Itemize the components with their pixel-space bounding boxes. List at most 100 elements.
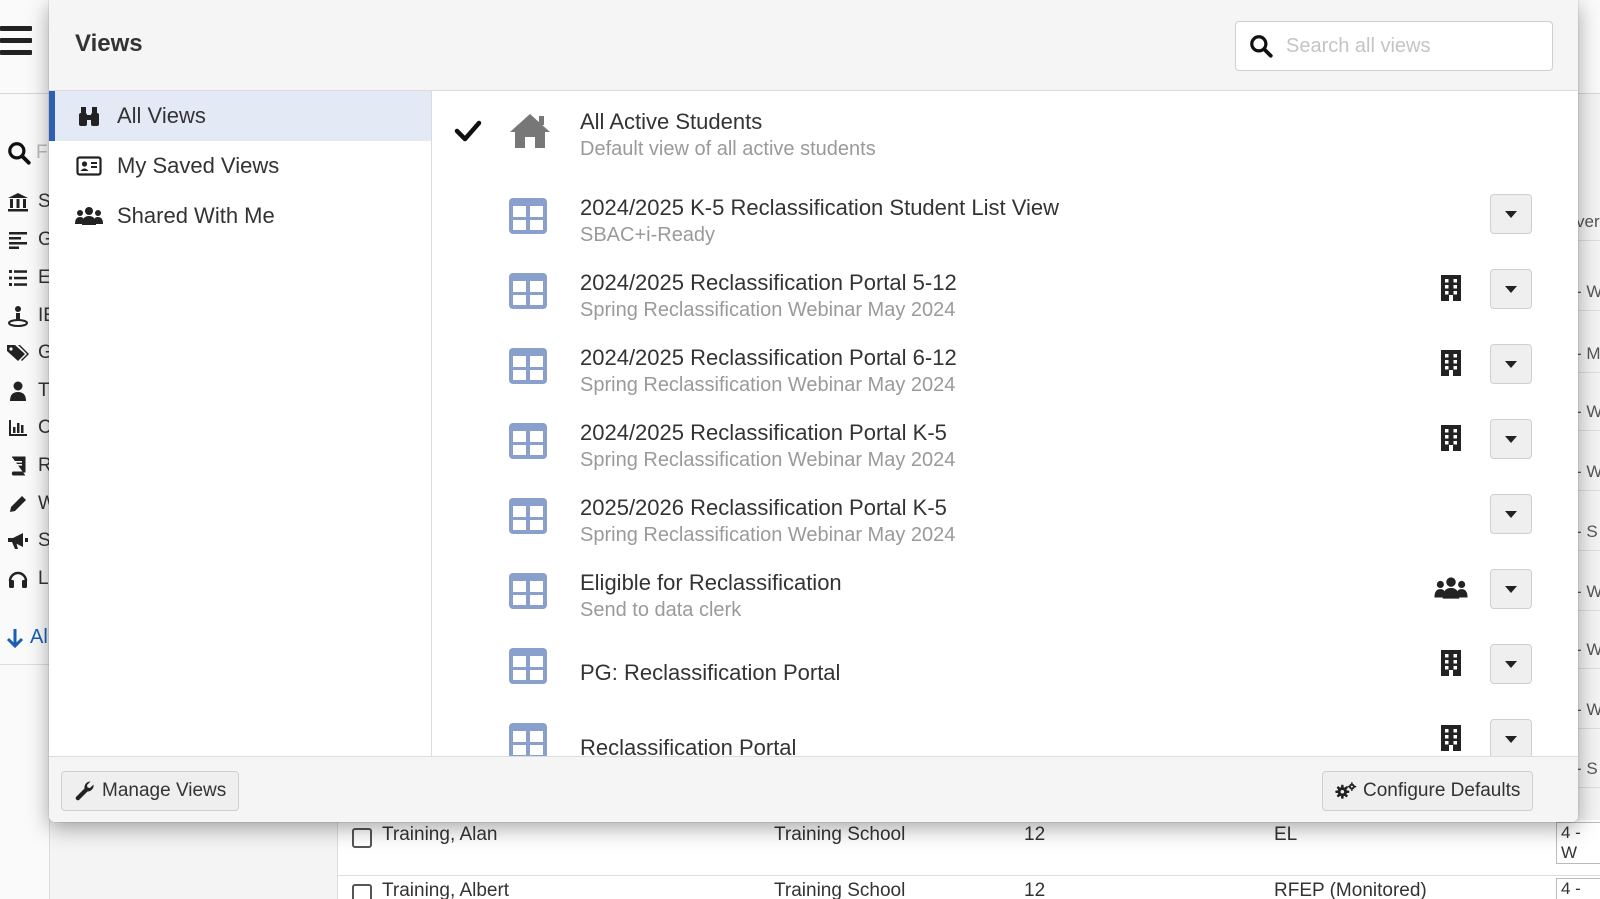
search-icon [8, 142, 31, 165]
view-options-dropdown[interactable] [1490, 419, 1532, 459]
sidebar-search-placeholder: F [36, 142, 48, 163]
caret-down-icon [1505, 735, 1517, 743]
view-options-dropdown[interactable] [1490, 194, 1532, 234]
pencil-icon [6, 493, 30, 515]
table-icon [508, 347, 552, 389]
view-options-dropdown[interactable] [1490, 719, 1532, 756]
nav-label: Shared With Me [117, 203, 275, 228]
gears-icon [1335, 780, 1357, 802]
caret-down-icon [1505, 585, 1517, 593]
binoculars-icon [75, 103, 103, 129]
table-cell-fragment: - W [1576, 462, 1600, 481]
building-icon [1434, 422, 1468, 454]
bar-chart-icon [6, 417, 30, 439]
table-row[interactable]: Training, Alan Training School 12 EL 4 -… [338, 820, 1600, 876]
student-tag: 4 - W [1556, 878, 1600, 899]
nav-all-views[interactable]: All Views [49, 91, 431, 141]
sidebar-nav-label: T [38, 380, 50, 401]
view-row[interactable]: 2025/2026 Reclassification Portal K-5 Spr… [432, 477, 1578, 553]
student-grade: 12 [1024, 824, 1046, 845]
search-views-input[interactable] [1286, 34, 1546, 58]
manage-views-label: Manage Views [102, 780, 227, 801]
student-school: Training School [774, 880, 906, 899]
student-tag: 4 - W [1556, 822, 1600, 864]
view-subtitle: Spring Reclassification Webinar May 2024 [580, 524, 956, 546]
view-row[interactable]: 2024/2025 Reclassification Portal 6-12 Sp… [432, 327, 1578, 403]
table-cell-fragment: - W [1576, 282, 1600, 301]
view-title: 2024/2025 Reclassification Portal K-5 [580, 420, 947, 445]
caret-down-icon [1505, 285, 1517, 293]
align-left-icon [6, 229, 30, 251]
table-cell-fragment: - S [1576, 759, 1598, 778]
nav-my-saved-views[interactable]: My Saved Views [49, 141, 431, 191]
view-title: PG: Reclassification Portal [580, 660, 841, 685]
table-row-divider [1576, 728, 1600, 729]
nav-label: All Views [117, 103, 206, 128]
view-row[interactable]: 2024/2025 Reclassification Portal 5-12 Sp… [432, 252, 1578, 328]
caret-down-icon [1505, 435, 1517, 443]
view-row[interactable]: PG: Reclassification Portal [432, 627, 1578, 703]
view-options-dropdown[interactable] [1490, 494, 1532, 534]
table-icon [508, 572, 552, 614]
student-table: Training, Alan Training School 12 EL 4 -… [337, 820, 1600, 899]
view-subtitle: SBAC+i-Ready [580, 224, 716, 246]
table-row-divider [1576, 787, 1600, 788]
book-icon [6, 455, 30, 477]
student-grade: 12 [1024, 880, 1046, 899]
sidebar-search[interactable]: F [6, 140, 48, 166]
views-modal: Views All Views My Saved Views Shared Wi… [49, 0, 1578, 822]
table-row[interactable]: Training, Albert Training School 12 RFEP… [338, 876, 1600, 899]
views-category-nav: All Views My Saved Views Shared With Me [49, 91, 432, 756]
users-icon [1434, 572, 1468, 604]
view-row[interactable]: All Active Students Default view of all a… [432, 91, 1578, 167]
list-icon [6, 267, 30, 289]
table-row-divider [1576, 372, 1600, 373]
table-cell-fragment: - S [1576, 522, 1598, 541]
view-options-dropdown[interactable] [1490, 344, 1532, 384]
table-cell-fragment: - W [1576, 402, 1600, 421]
hamburger-menu-icon[interactable] [0, 26, 32, 56]
view-options-dropdown[interactable] [1490, 269, 1532, 309]
id-card-icon [75, 153, 103, 179]
view-row[interactable]: 2024/2025 K-5 Reclassification Student L… [432, 177, 1578, 253]
headphones-icon [6, 568, 30, 590]
view-subtitle: Default view of all active students [580, 138, 876, 160]
table-row-divider [1576, 550, 1600, 551]
view-row[interactable]: Eligible for Reclassification Send to dat… [432, 552, 1578, 628]
row-checkbox[interactable] [352, 828, 372, 848]
table-cell-fragment: ver [1576, 212, 1600, 231]
view-row[interactable]: 2024/2025 Reclassification Portal K-5 Spr… [432, 402, 1578, 478]
caret-down-icon [1505, 510, 1517, 518]
caret-down-icon [1505, 660, 1517, 668]
table-cell-fragment: - W [1576, 640, 1600, 659]
view-options-dropdown[interactable] [1490, 569, 1532, 609]
configure-defaults-button[interactable]: Configure Defaults [1322, 771, 1534, 811]
megaphone-icon [6, 530, 30, 552]
modal-header: Views [49, 0, 1578, 91]
arrow-down-icon [6, 628, 24, 648]
search-views-box[interactable] [1235, 21, 1553, 71]
row-checkbox[interactable] [352, 884, 372, 899]
view-options-dropdown[interactable] [1490, 644, 1532, 684]
view-title: 2024/2025 K-5 Reclassification Student L… [580, 195, 1059, 220]
caret-down-icon [1505, 360, 1517, 368]
view-title: 2025/2026 Reclassification Portal K-5 [580, 495, 947, 520]
modal-footer: Manage Views Configure Defaults [49, 756, 1578, 822]
table-row-divider [1576, 310, 1600, 311]
table-icon [508, 197, 552, 239]
table-row-divider [1576, 490, 1600, 491]
view-row[interactable]: Reclassification Portal [432, 702, 1578, 756]
nav-shared-with-me[interactable]: Shared With Me [49, 191, 431, 241]
building-icon [1434, 722, 1468, 754]
table-icon [508, 647, 552, 689]
checkmark-icon [454, 119, 484, 145]
nav-label: My Saved Views [117, 153, 280, 178]
manage-views-button[interactable]: Manage Views [61, 771, 240, 811]
table-row-divider [1576, 430, 1600, 431]
view-title: Reclassification Portal [580, 735, 797, 756]
user-icon [6, 380, 30, 402]
sidebar-all-link[interactable]: Al [6, 626, 48, 649]
wrench-icon [74, 780, 96, 802]
building-icon [1434, 347, 1468, 379]
search-icon [1248, 32, 1276, 60]
